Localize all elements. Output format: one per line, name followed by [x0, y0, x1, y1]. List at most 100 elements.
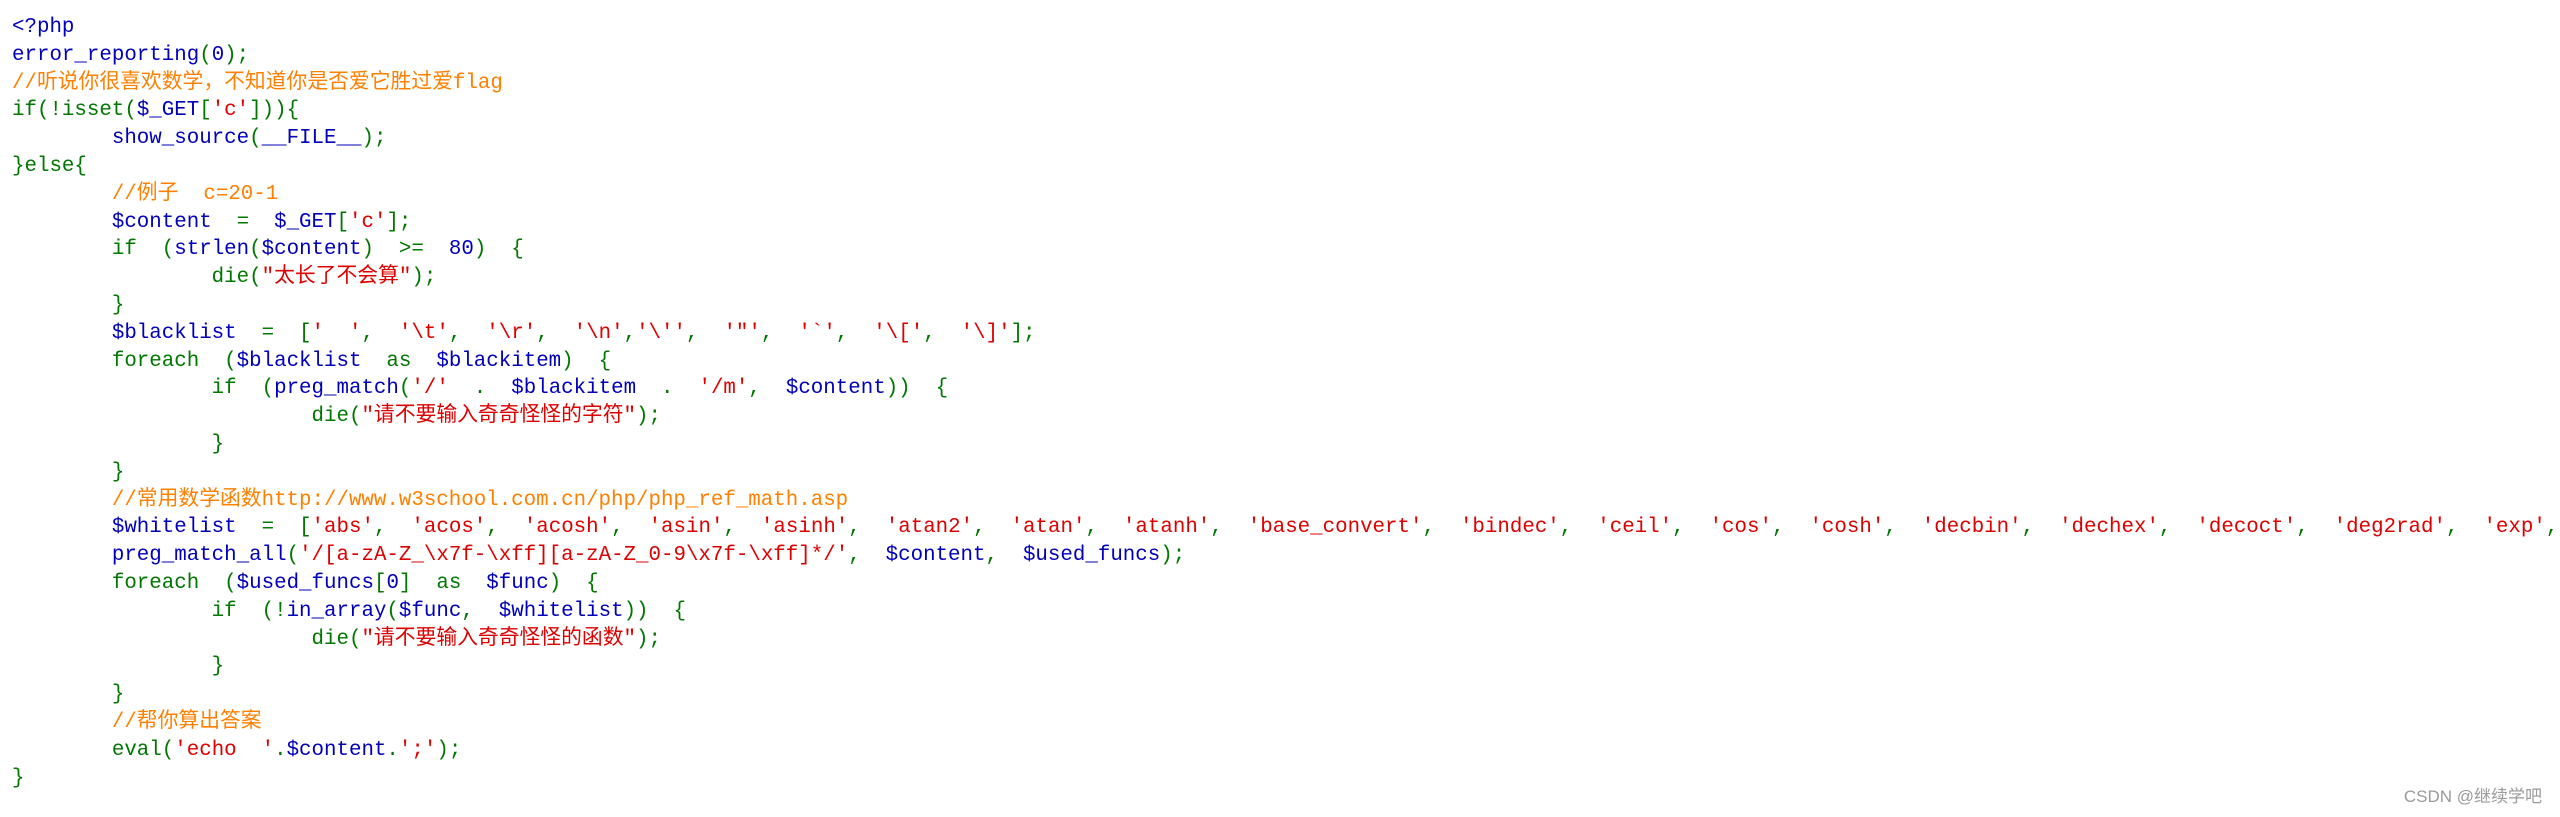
code-keyword: foreach ( — [12, 349, 237, 373]
code-line: preg_match_all('/[a-zA-Z_\x7f-\xff][a-zA… — [12, 542, 2560, 570]
code-keyword: foreach ( — [12, 571, 237, 595]
code-keyword — [12, 127, 112, 150]
code-keyword: , — [973, 516, 1011, 540]
code-identifier: preg_match_all — [111, 544, 287, 568]
code-keyword: , — [448, 321, 487, 345]
code-string: ';' — [398, 738, 437, 762]
code-keyword: as — [361, 349, 437, 373]
code-keyword: , — [623, 321, 637, 345]
code-line: } — [12, 459, 2560, 487]
code-keyword: ) { — [473, 238, 524, 262]
code-keyword: , — [1559, 516, 1598, 540]
code-keyword: ( — [286, 544, 300, 568]
code-keyword: = — [211, 210, 275, 234]
code-keyword: , — [848, 516, 886, 540]
code-line: //常用数学函数http://www.w3school.com.cn/php/p… — [12, 487, 2560, 515]
code-string: 'ceil' — [1597, 516, 1673, 540]
code-identifier: $whitelist — [111, 516, 237, 540]
code-keyword: ) { — [548, 571, 599, 595]
code-identifier: $content — [111, 210, 212, 234]
code-keyword: , — [723, 516, 761, 540]
code-string: '/' — [411, 377, 449, 401]
code-keyword: , — [1085, 516, 1123, 540]
code-keyword: ])){ — [249, 99, 300, 123]
code-line: } — [12, 431, 2560, 459]
code-line: } — [12, 292, 2560, 320]
code-keyword: ); — [436, 738, 462, 762]
code-string: 'acos' — [411, 516, 487, 540]
code-keyword: , — [1210, 516, 1248, 540]
code-line: $blacklist = [' ', '\t', '\r', '\n','\''… — [12, 320, 2560, 348]
code-identifier: $func — [486, 571, 549, 595]
code-line: if(!isset($_GET['c'])){ — [12, 97, 2560, 125]
code-identifier: strlen — [174, 238, 250, 262]
code-keyword: , — [1422, 516, 1460, 540]
code-string: 'base_convert' — [1247, 516, 1423, 540]
code-keyword: ( — [249, 238, 262, 262]
code-keyword — [12, 211, 112, 234]
code-keyword: ( — [199, 43, 212, 67]
code-string: 'atan2' — [885, 516, 974, 540]
code-keyword: , — [923, 321, 961, 345]
code-keyword: } — [12, 766, 25, 790]
code-keyword: = [ — [236, 516, 312, 540]
code-string: 'asin' — [648, 516, 724, 540]
code-identifier: $blacklist — [111, 321, 237, 345]
code-string: 'exp' — [2483, 516, 2546, 540]
code-line: foreach ($used_funcs[0] as $func) { — [12, 570, 2560, 598]
code-line: } — [12, 681, 2560, 709]
code-identifier: $content — [261, 238, 362, 262]
code-keyword: , — [536, 321, 574, 345]
code-keyword: = [ — [236, 321, 312, 345]
code-line: show_source(__FILE__); — [12, 125, 2560, 153]
code-string: '\[' — [873, 321, 924, 345]
code-identifier: <?php — [12, 16, 75, 39]
code-identifier: $whitelist — [498, 599, 624, 623]
code-line: eval('echo '.$content.';'); — [12, 737, 2560, 765]
code-keyword: ( — [398, 377, 412, 401]
code-string: "请不要输入奇奇怪怪的函数" — [361, 627, 636, 651]
code-keyword: , — [835, 321, 874, 345]
code-line: foreach ($blacklist as $blackitem) { — [12, 348, 2560, 376]
code-keyword: ( — [249, 127, 262, 151]
code-keyword: , — [461, 599, 499, 623]
code-string: 'deg2rad' — [2333, 516, 2446, 540]
code-line: //例子 c=20-1 — [12, 181, 2560, 209]
code-string: 'asinh' — [760, 516, 849, 540]
code-line: die("请不要输入奇奇怪怪的函数"); — [12, 626, 2560, 654]
code-keyword: , — [373, 516, 412, 540]
code-identifier: $content — [286, 738, 387, 762]
code-string: 'cos' — [1709, 516, 1772, 540]
code-comment: //听说你很喜欢数学，不知道你是否爱它胜过爱flag — [12, 71, 503, 95]
code-keyword: die( — [12, 405, 362, 429]
code-keyword: , — [611, 516, 649, 540]
code-identifier: $content — [885, 544, 986, 568]
code-keyword: , — [361, 321, 399, 345]
code-identifier: $blackitem — [511, 377, 637, 401]
code-keyword: } — [12, 460, 125, 484]
code-string: '"' — [723, 321, 761, 345]
code-string: "请不要输入奇奇怪怪的字符" — [361, 405, 636, 429]
code-keyword: , — [760, 321, 799, 345]
code-keyword: )) { — [623, 599, 686, 623]
code-keyword: if ( — [12, 238, 175, 262]
code-string: 'abs' — [311, 516, 374, 540]
code-string: '/m' — [698, 377, 749, 401]
code-keyword: ] as — [398, 571, 487, 595]
code-string: 'dechex' — [2059, 516, 2159, 540]
code-keyword: , — [2296, 516, 2334, 540]
code-line: } — [12, 765, 2560, 793]
code-keyword: . — [448, 377, 512, 401]
code-keyword: , — [2545, 516, 2559, 540]
code-identifier: 80 — [448, 238, 474, 262]
code-keyword: , — [2021, 516, 2060, 540]
code-line: die("请不要输入奇奇怪怪的字符"); — [12, 403, 2560, 431]
code-keyword: } — [12, 683, 125, 707]
code-comment: //例子 c=20-1 — [12, 182, 279, 206]
code-keyword: . — [386, 738, 399, 762]
code-string: 'echo ' — [174, 738, 275, 762]
code-identifier: 0 — [386, 571, 399, 595]
code-keyword: ); — [635, 627, 661, 651]
code-identifier: $_GET — [136, 99, 200, 123]
code-identifier: $content — [785, 377, 886, 401]
